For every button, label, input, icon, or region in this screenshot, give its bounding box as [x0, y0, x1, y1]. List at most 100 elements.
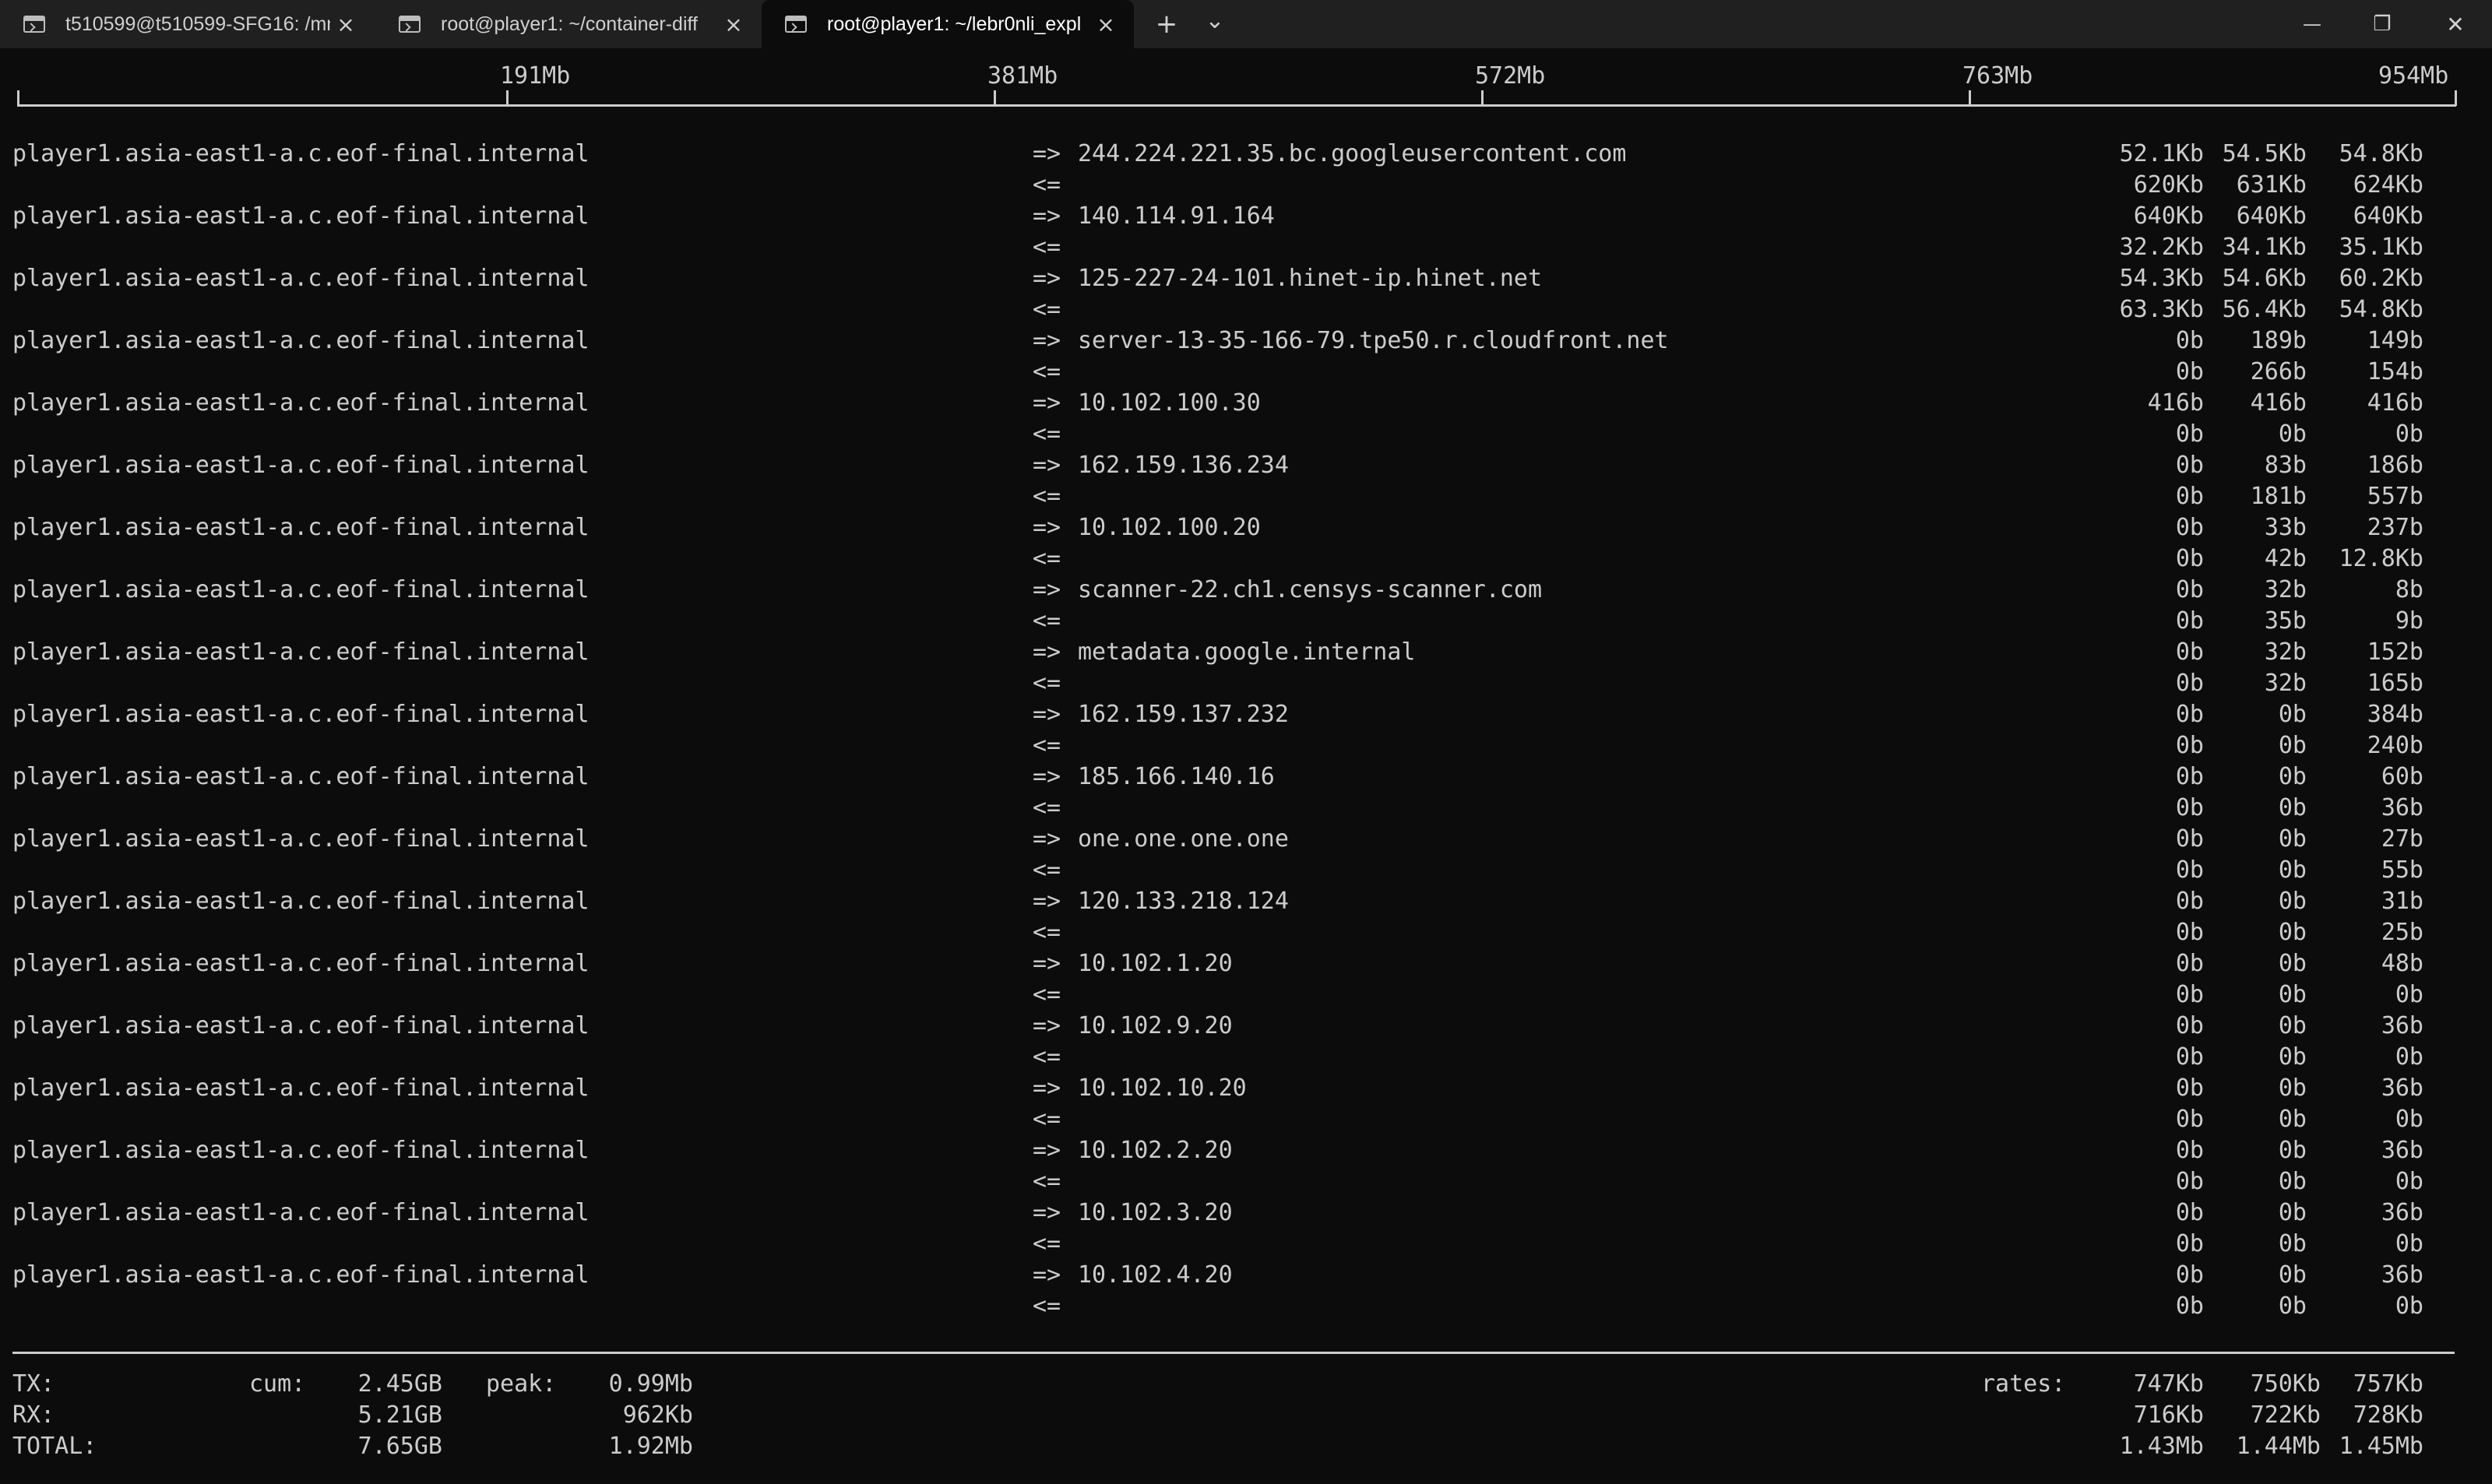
- new-tab-button[interactable]: +: [1143, 0, 1190, 48]
- connection-row-inbound: <= 63.3Kb 56.4Kb 54.8Kb: [0, 294, 2492, 325]
- inbound-arrow: <=: [1033, 1292, 1061, 1320]
- in-rate: 0b: [2395, 981, 2423, 1008]
- connection-row-inbound: <= 0b 0b 0b: [0, 979, 2492, 1011]
- rates-label: rates:: [1981, 1370, 2066, 1398]
- in-rate: 35.1Kb: [2339, 234, 2423, 261]
- outbound-arrow: =>: [1033, 888, 1061, 915]
- tab-lebr0nli-expl[interactable]: root@player1: ~/lebr0nli_expl ×: [762, 0, 1134, 48]
- out-rate: 384b: [2367, 701, 2423, 728]
- destination-host: 244.224.221.35.bc.googleusercontent.com: [1078, 140, 1627, 167]
- source-host: player1.asia-east1-a.c.eof-final.interna…: [12, 888, 590, 915]
- in-rate: 154b: [2367, 358, 2423, 385]
- out-rate: 31b: [2381, 888, 2423, 915]
- connection-row: player1.asia-east1-a.c.eof-final.interna…: [0, 139, 2492, 170]
- outbound-arrow: =>: [1033, 327, 1061, 354]
- window-close-button[interactable]: ✕: [2420, 0, 2490, 48]
- close-icon[interactable]: ×: [1090, 12, 1121, 37]
- destination-host: server-13-35-166-79.tpe50.r.cloudfront.n…: [1078, 327, 1669, 354]
- outbound-arrow: =>: [1033, 701, 1061, 728]
- scale-tick-label: 763Mb: [1962, 62, 2033, 90]
- connection-row: player1.asia-east1-a.c.eof-final.interna…: [0, 201, 2492, 232]
- scale-tick-label: 191Mb: [500, 62, 571, 90]
- connection-row: player1.asia-east1-a.c.eof-final.interna…: [0, 325, 2492, 357]
- out-rate: 54.8Kb: [2339, 140, 2423, 167]
- source-host: player1.asia-east1-a.c.eof-final.interna…: [12, 452, 590, 479]
- connection-row-inbound: <= 0b 0b 55b: [0, 855, 2492, 886]
- connection-row: player1.asia-east1-a.c.eof-final.interna…: [0, 761, 2492, 793]
- scale-tick-mark: [2455, 90, 2457, 106]
- source-host: player1.asia-east1-a.c.eof-final.interna…: [12, 825, 590, 853]
- scale-tick-label: 954Mb: [2378, 62, 2449, 90]
- inbound-arrow: <=: [1033, 856, 1061, 884]
- tab-label: root@player1: ~/lebr0nli_expl: [827, 12, 1082, 35]
- out-rate: 149b: [2367, 327, 2423, 354]
- rx-rate-40s: 728Kb: [2353, 1401, 2423, 1429]
- tab-mnt[interactable]: t510599@t510599-SFG16: /mnt ×: [0, 0, 374, 48]
- in-rate: 12.8Kb: [2339, 545, 2423, 572]
- out-rate: 152b: [2367, 638, 2423, 666]
- title-bar: t510599@t510599-SFG16: /mnt × root@playe…: [0, 0, 2492, 48]
- destination-host: 10.102.2.20: [1078, 1137, 1233, 1164]
- terminal-pane[interactable]: 191Mb 381Mb 572Mb 763Mb 954Mb player1.as…: [0, 48, 2492, 1484]
- source-host: player1.asia-east1-a.c.eof-final.interna…: [12, 389, 590, 417]
- total-cum-value: 7.65GB: [357, 1433, 442, 1460]
- tx-peak-value: 0.99Mb: [608, 1370, 693, 1398]
- out-rate: 60.2Kb: [2339, 265, 2423, 292]
- tab-dropdown-button[interactable]: ⌄: [1191, 0, 1238, 48]
- inbound-arrow: <=: [1033, 545, 1061, 572]
- connection-row: player1.asia-east1-a.c.eof-final.interna…: [0, 512, 2492, 543]
- inbound-arrow: <=: [1033, 1230, 1061, 1257]
- total-label: TOTAL:: [12, 1433, 97, 1460]
- source-host: player1.asia-east1-a.c.eof-final.interna…: [12, 1261, 590, 1289]
- inbound-arrow: <=: [1033, 670, 1061, 697]
- source-host: player1.asia-east1-a.c.eof-final.interna…: [12, 1199, 590, 1226]
- connection-row-inbound: <= 0b 0b 0b: [0, 1104, 2492, 1135]
- out-rate: 8b: [2395, 576, 2423, 603]
- destination-host: 140.114.91.164: [1078, 202, 1275, 230]
- in-rate: 240b: [2367, 732, 2423, 759]
- connection-row: player1.asia-east1-a.c.eof-final.interna…: [0, 886, 2492, 917]
- close-icon[interactable]: ×: [718, 12, 749, 37]
- connection-row: player1.asia-east1-a.c.eof-final.interna…: [0, 1073, 2492, 1104]
- destination-host: 10.102.1.20: [1078, 950, 1233, 977]
- source-host: player1.asia-east1-a.c.eof-final.interna…: [12, 514, 590, 541]
- inbound-arrow: <=: [1033, 483, 1061, 510]
- out-rate: 237b: [2367, 514, 2423, 541]
- source-host: player1.asia-east1-a.c.eof-final.interna…: [12, 763, 590, 790]
- destination-host: scanner-22.ch1.censys-scanner.com: [1078, 576, 1543, 603]
- inbound-arrow: <=: [1033, 794, 1061, 821]
- connection-row: player1.asia-east1-a.c.eof-final.interna…: [0, 263, 2492, 294]
- source-host: player1.asia-east1-a.c.eof-final.interna…: [12, 701, 590, 728]
- in-rate: 0b: [2395, 420, 2423, 448]
- tab-container-diff[interactable]: root@player1: ~/container-diff ×: [375, 0, 762, 48]
- outbound-arrow: =>: [1033, 1012, 1061, 1039]
- out-rate: 60b: [2381, 763, 2423, 790]
- scale-axis-line: [17, 104, 2456, 107]
- in-rate: 0b: [2395, 1106, 2423, 1133]
- outbound-arrow: =>: [1033, 514, 1061, 541]
- connection-row-inbound: <= 0b 0b 0b: [0, 1042, 2492, 1073]
- maximize-button[interactable]: ❐: [2347, 0, 2417, 48]
- in-rate: 55b: [2381, 856, 2423, 884]
- source-host: player1.asia-east1-a.c.eof-final.interna…: [12, 265, 590, 292]
- connection-row: player1.asia-east1-a.c.eof-final.interna…: [0, 575, 2492, 606]
- connection-row-inbound: <= 32.2Kb 34.1Kb 35.1Kb: [0, 232, 2492, 263]
- connection-row: player1.asia-east1-a.c.eof-final.interna…: [0, 1011, 2492, 1042]
- connection-row: player1.asia-east1-a.c.eof-final.interna…: [0, 1197, 2492, 1229]
- destination-host: 162.159.137.232: [1078, 701, 1289, 728]
- inbound-arrow: <=: [1033, 981, 1061, 1008]
- destination-host: 125-227-24-101.hinet-ip.hinet.net: [1078, 265, 1543, 292]
- inbound-arrow: <=: [1033, 420, 1061, 448]
- destination-host: 10.102.9.20: [1078, 1012, 1233, 1039]
- source-host: player1.asia-east1-a.c.eof-final.interna…: [12, 576, 590, 603]
- out-rate: 186b: [2367, 452, 2423, 479]
- destination-host: 120.133.218.124: [1078, 888, 1289, 915]
- minimize-button[interactable]: —: [2277, 0, 2347, 48]
- inbound-arrow: <=: [1033, 171, 1061, 199]
- out-rate: 36b: [2381, 1074, 2423, 1102]
- outbound-arrow: =>: [1033, 763, 1061, 790]
- connection-row-inbound: <= 0b 0b 25b: [0, 917, 2492, 948]
- close-icon[interactable]: ×: [330, 12, 361, 37]
- connection-row: player1.asia-east1-a.c.eof-final.interna…: [0, 1260, 2492, 1291]
- destination-host: 10.102.10.20: [1078, 1074, 1247, 1102]
